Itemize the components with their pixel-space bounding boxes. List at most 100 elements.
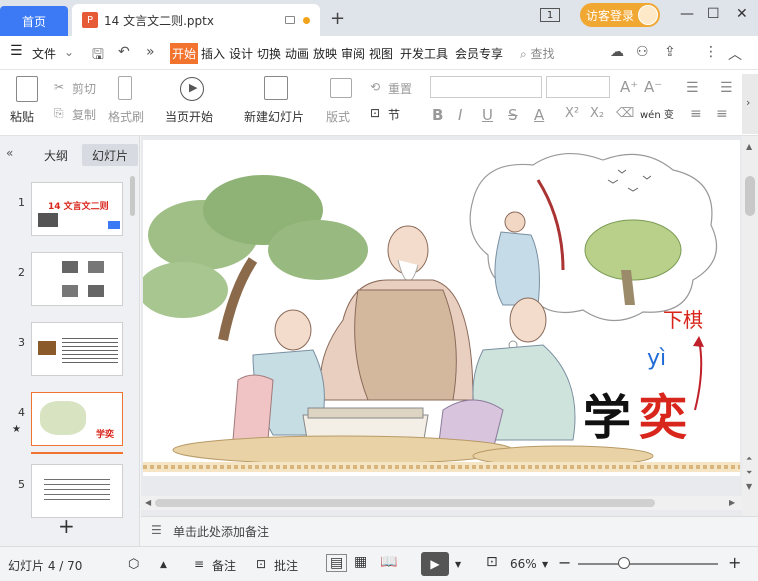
tab-document[interactable]: P 14 文言文二则.pptx — [72, 4, 320, 36]
vertical-scrollbar[interactable]: ▲ ⏶ ⏷ ▼ — [742, 136, 758, 516]
ribbon-scroll-right[interactable]: › — [742, 74, 758, 134]
undo-icon[interactable]: ↶ — [118, 44, 130, 60]
numbered-list-icon[interactable]: ☰ — [720, 80, 733, 96]
menu-tab-member[interactable]: 会员专享 — [455, 45, 503, 62]
tab-home[interactable]: 首页 — [0, 6, 68, 36]
chevron-down-icon[interactable]: ⌄ — [64, 45, 74, 59]
search-box[interactable]: ⌕ 查找 — [520, 45, 555, 62]
menu-tab-start[interactable]: 开始 — [170, 43, 199, 64]
slide-thumbnail-5[interactable]: 5 — [0, 464, 130, 520]
subscript-button[interactable]: X₂ — [590, 106, 604, 121]
vertical-scroll-thumb[interactable] — [745, 176, 755, 216]
close-button[interactable]: ✕ — [736, 6, 748, 22]
layout-button[interactable]: 版式 — [326, 108, 350, 125]
horizontal-scrollbar[interactable]: ◀ ▶ — [141, 496, 742, 510]
current-slide[interactable]: 学 奕 yì 下棋 — [143, 140, 740, 476]
save-icon[interactable]: 🖫 — [92, 44, 104, 68]
horizontal-scroll-thumb[interactable] — [155, 499, 655, 507]
normal-view-icon[interactable]: ▤ — [326, 554, 348, 572]
menu-tab-developer[interactable]: 开发工具 — [400, 45, 448, 62]
notes-bar[interactable]: ☰ 单击此处添加备注 — [141, 516, 758, 542]
phonetic-guide-button[interactable]: wén 变 — [640, 106, 674, 121]
bullet-list-icon[interactable]: ☰ — [686, 80, 699, 96]
screen-icon[interactable] — [285, 16, 295, 24]
cut-button[interactable]: 剪切 — [72, 80, 96, 97]
bold-button[interactable]: B — [432, 106, 443, 124]
zoom-slider-track[interactable] — [578, 563, 718, 565]
notes-toggle-icon[interactable]: ≡ — [194, 557, 204, 571]
reset-icon[interactable]: ⟲ — [370, 80, 380, 94]
menu-tab-view[interactable]: 视图 — [369, 45, 393, 62]
slide-thumbnail-2[interactable]: 2 — [0, 252, 130, 308]
menu-tab-slideshow[interactable]: 放映 — [313, 45, 337, 62]
slide-thumbnail-3[interactable]: 3 — [0, 322, 130, 378]
visitor-login-button[interactable]: 访客登录 — [580, 3, 660, 27]
prev-slide-icon[interactable]: ⏶ — [746, 454, 752, 464]
font-name-select[interactable] — [430, 76, 542, 98]
format-painter-button[interactable]: 格式刷 — [108, 108, 144, 125]
comment-icon[interactable]: ⊡ — [256, 557, 266, 571]
strikethrough-button[interactable]: S — [508, 106, 518, 124]
align-left-icon[interactable]: ≡ — [690, 106, 702, 122]
cloud-sync-icon[interactable]: ☁ — [610, 44, 624, 60]
window-count-icon[interactable]: 1 — [540, 8, 560, 22]
tab-slides[interactable]: 幻灯片 — [82, 144, 138, 166]
more-icon[interactable]: » — [146, 44, 155, 60]
copy-icon[interactable]: ⎘ — [54, 106, 64, 121]
scroll-up-icon[interactable]: ▲ — [746, 142, 752, 151]
menu-tab-transition[interactable]: 切换 — [257, 45, 281, 62]
shrink-font-button[interactable]: A⁻ — [644, 78, 662, 96]
italic-button[interactable]: I — [458, 106, 462, 124]
next-slide-icon[interactable]: ⏷ — [746, 468, 752, 478]
new-slide-icon[interactable] — [264, 76, 288, 100]
thumbnail-scrollbar[interactable] — [130, 176, 135, 216]
scroll-left-icon[interactable]: ◀ — [145, 498, 151, 507]
new-slide-button[interactable]: 新建幻灯片 — [244, 108, 304, 125]
menu-file[interactable]: 文件 — [32, 45, 56, 62]
font-size-select[interactable] — [546, 76, 610, 98]
menu-tab-review[interactable]: 审阅 — [341, 45, 365, 62]
zoom-slider-knob[interactable] — [618, 557, 631, 569]
tab-outline[interactable]: 大纲 — [44, 147, 68, 164]
add-slide-button[interactable]: + — [58, 514, 75, 538]
chevron-up-icon[interactable]: ▲ — [160, 560, 167, 570]
section-icon[interactable]: ⊡ — [370, 106, 380, 120]
paste-icon[interactable] — [16, 76, 38, 102]
align-center-icon[interactable]: ≡ — [716, 106, 728, 122]
collapse-panel-icon[interactable]: « — [6, 146, 13, 160]
scroll-down-icon[interactable]: ▼ — [746, 482, 752, 491]
reading-view-icon[interactable]: 📖 — [380, 554, 397, 570]
scroll-right-icon[interactable]: ▶ — [729, 498, 735, 507]
minimize-button[interactable]: — — [680, 6, 694, 22]
fit-window-icon[interactable]: ⊡ — [486, 554, 498, 570]
superscript-button[interactable]: X² — [565, 106, 579, 121]
slide-sorter-icon[interactable]: ▦ — [354, 554, 367, 570]
cube-icon[interactable]: ⬡ — [128, 557, 139, 572]
start-from-current-button[interactable]: 当页开始 — [165, 108, 213, 125]
reset-button[interactable]: 重置 — [388, 80, 412, 97]
slide-thumbnail-4[interactable]: 4 ★ 学奕 — [0, 392, 130, 454]
menu-tab-animation[interactable]: 动画 — [285, 45, 309, 62]
font-color-button[interactable]: A — [534, 106, 544, 124]
comment-button[interactable]: 批注 — [274, 557, 298, 574]
zoom-out-button[interactable]: − — [558, 553, 571, 572]
notes-button[interactable]: 备注 — [212, 557, 236, 574]
maximize-button[interactable]: ☐ — [707, 6, 720, 22]
play-options-chevron-icon[interactable]: ▼ — [455, 560, 461, 569]
clear-format-icon[interactable]: ⌫ — [616, 106, 634, 121]
grow-font-button[interactable]: A⁺ — [620, 78, 638, 96]
slide-thumbnail-1[interactable]: 1 14 文言文二则 — [0, 182, 130, 238]
new-tab-button[interactable]: + — [330, 8, 345, 29]
zoom-in-button[interactable]: + — [728, 553, 741, 572]
copy-button[interactable]: 复制 — [72, 106, 96, 123]
hamburger-icon[interactable]: ☰ — [10, 43, 23, 59]
menu-tab-insert[interactable]: 插入 — [201, 45, 225, 62]
more-options-icon[interactable]: ⋮ — [704, 44, 718, 60]
paste-button[interactable]: 粘贴 — [10, 108, 34, 125]
zoom-level[interactable]: 66% — [510, 557, 537, 571]
layout-icon[interactable] — [330, 78, 352, 98]
share-icon[interactable]: ⇪ — [664, 44, 676, 60]
play-slideshow-button[interactable]: ▶ — [421, 552, 449, 576]
section-button[interactable]: 节 — [388, 106, 400, 123]
cut-icon[interactable]: ✂ — [54, 80, 64, 94]
